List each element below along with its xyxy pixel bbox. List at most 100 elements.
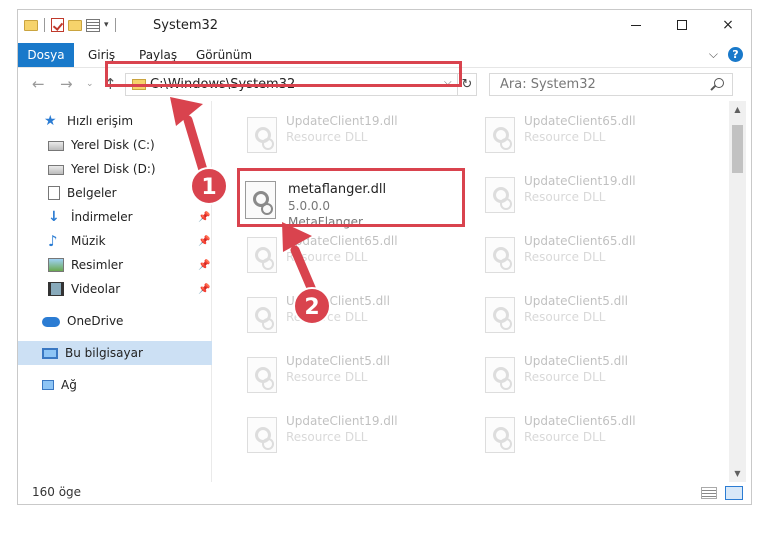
file-type: Resource DLL xyxy=(524,190,606,204)
file-type: Resource DLL xyxy=(524,370,606,384)
file-name: UpdateClient65.dll xyxy=(524,234,636,248)
help-icon[interactable]: ? xyxy=(728,47,743,62)
list-item[interactable]: UpdateClient65.dll Resource DLL xyxy=(477,227,697,279)
file-type: Resource DLL xyxy=(286,250,368,264)
file-type: Resource DLL xyxy=(524,250,606,264)
expand-ribbon-icon[interactable]: ⌵ xyxy=(709,47,718,62)
file-name: UpdateClient65.dll xyxy=(286,234,398,248)
star-icon: ★ xyxy=(44,113,57,129)
onedrive-icon xyxy=(42,317,60,327)
properties-check-icon[interactable] xyxy=(51,18,64,32)
list-item[interactable]: UpdateClient5.dll Resource DLL xyxy=(477,287,697,339)
forward-arrow-icon[interactable]: → xyxy=(60,75,73,93)
drive-icon xyxy=(48,165,64,175)
search-box[interactable]: Ara: System32 xyxy=(489,73,733,96)
sidebar-item-this-pc[interactable]: Bu bilgisayar xyxy=(18,341,212,365)
large-icons-view-icon[interactable] xyxy=(725,486,743,500)
minimize-icon xyxy=(631,24,641,26)
file-highlight-box xyxy=(237,168,465,227)
sidebar-item-label: İndirmeler xyxy=(71,210,133,224)
dll-file-icon xyxy=(485,117,515,153)
sidebar-item-music[interactable]: ♪ Müzik 📌 xyxy=(18,229,212,253)
dll-file-icon xyxy=(247,357,277,393)
list-item[interactable]: UpdateClient5.dll Resource DLL xyxy=(477,347,697,399)
dll-file-icon xyxy=(247,297,277,333)
scroll-down-icon[interactable]: ▼ xyxy=(729,465,746,482)
minimize-button[interactable] xyxy=(613,10,659,40)
sidebar-item-videos[interactable]: Videolar 📌 xyxy=(18,277,212,301)
sidebar-item-label: OneDrive xyxy=(67,314,124,328)
new-folder-icon[interactable] xyxy=(68,19,82,31)
title-bar: ▾ System32 × xyxy=(18,10,751,43)
file-name: UpdateClient65.dll xyxy=(524,414,636,428)
scrollbar-thumb[interactable] xyxy=(732,125,743,173)
sidebar-item-documents[interactable]: Belgeler xyxy=(18,181,212,205)
pin-icon: 📌 xyxy=(198,235,211,247)
tab-dosya[interactable]: Dosya xyxy=(18,43,74,67)
list-item[interactable]: UpdateClient19.dll Resource DLL xyxy=(239,407,459,459)
dll-file-icon xyxy=(247,117,277,153)
maximize-button[interactable] xyxy=(659,10,705,40)
file-name: UpdateClient5.dll xyxy=(286,294,390,308)
dll-file-icon xyxy=(485,417,515,453)
list-item[interactable]: UpdateClient5.dll Resource DLL xyxy=(239,347,459,399)
details-view-icon[interactable] xyxy=(701,487,717,499)
dll-file-icon xyxy=(485,297,515,333)
sidebar-item-label: Videolar xyxy=(71,282,121,296)
window-title: System32 xyxy=(153,18,219,33)
sidebar-item-local-disk-c[interactable]: Yerel Disk (C:) xyxy=(18,133,212,157)
sidebar-item-label: Belgeler xyxy=(67,186,117,200)
list-item[interactable]: UpdateClient65.dll Resource DLL xyxy=(477,407,697,459)
file-name: UpdateClient5.dll xyxy=(524,294,628,308)
file-name: UpdateClient65.dll xyxy=(524,114,636,128)
list-item[interactable]: UpdateClient19.dll Resource DLL xyxy=(477,167,697,219)
sidebar-item-downloads[interactable]: ↓ İndirmeler 📌 xyxy=(18,205,212,229)
list-item[interactable]: UpdateClient19.dll Resource DLL xyxy=(239,107,459,159)
toolbar-divider xyxy=(114,18,116,32)
dll-file-icon xyxy=(247,237,277,273)
properties-icon[interactable] xyxy=(86,18,100,32)
file-name: UpdateClient5.dll xyxy=(524,354,628,368)
sidebar-item-label: Yerel Disk (D:) xyxy=(71,162,156,176)
sidebar-item-label: Müzik xyxy=(71,234,106,248)
music-icon: ♪ xyxy=(48,232,58,250)
file-name: UpdateClient19.dll xyxy=(286,414,398,428)
back-arrow-icon[interactable]: ← xyxy=(32,75,45,93)
sidebar-item-network[interactable]: Ağ xyxy=(18,373,212,397)
toolbar-divider xyxy=(44,18,45,32)
search-icon xyxy=(714,78,724,88)
file-name: UpdateClient5.dll xyxy=(286,354,390,368)
pin-icon: 📌 xyxy=(198,259,211,271)
sidebar-item-label: Resimler xyxy=(71,258,124,272)
this-pc-icon xyxy=(42,347,58,359)
file-list: UpdateClient19.dll Resource DLL UpdateCl… xyxy=(213,101,729,482)
maximize-icon xyxy=(677,20,687,30)
recent-locations-icon[interactable]: ⌄ xyxy=(86,79,94,89)
vertical-scrollbar[interactable]: ▲ ▼ xyxy=(729,101,746,482)
file-type: Resource DLL xyxy=(286,130,368,144)
close-button[interactable]: × xyxy=(705,10,751,40)
sidebar-item-label: Yerel Disk (C:) xyxy=(71,138,155,152)
close-icon: × xyxy=(722,17,734,33)
sidebar-item-onedrive[interactable]: OneDrive xyxy=(18,309,212,333)
ribbon-right-controls: ⌵ ? xyxy=(709,47,743,62)
status-bar: 160 öge xyxy=(18,482,751,504)
list-item[interactable]: UpdateClient5.dll Resource DLL xyxy=(239,287,459,339)
list-item[interactable]: UpdateClient65.dll Resource DLL xyxy=(477,107,697,159)
sidebar-item-label: Hızlı erişim xyxy=(67,114,134,128)
sidebar-item-quick-access[interactable]: ★ Hızlı erişim xyxy=(18,109,212,133)
scroll-up-icon[interactable]: ▲ xyxy=(729,101,746,118)
pin-icon: 📌 xyxy=(198,283,211,295)
sidebar-item-pictures[interactable]: Resimler 📌 xyxy=(18,253,212,277)
quick-access-toolbar: ▾ xyxy=(24,18,118,32)
pictures-icon xyxy=(48,258,64,272)
search-input[interactable]: Ara: System32 xyxy=(500,77,596,92)
list-item[interactable]: UpdateClient65.dll Resource DLL xyxy=(239,227,459,279)
sidebar-item-local-disk-d[interactable]: Yerel Disk (D:) xyxy=(18,157,212,181)
sidebar-item-label: Bu bilgisayar xyxy=(65,346,143,360)
network-icon xyxy=(42,380,54,390)
download-icon: ↓ xyxy=(48,209,60,225)
customize-toolbar-icon[interactable]: ▾ xyxy=(104,20,109,30)
file-name: UpdateClient19.dll xyxy=(286,114,398,128)
file-type: Resource DLL xyxy=(524,430,606,444)
